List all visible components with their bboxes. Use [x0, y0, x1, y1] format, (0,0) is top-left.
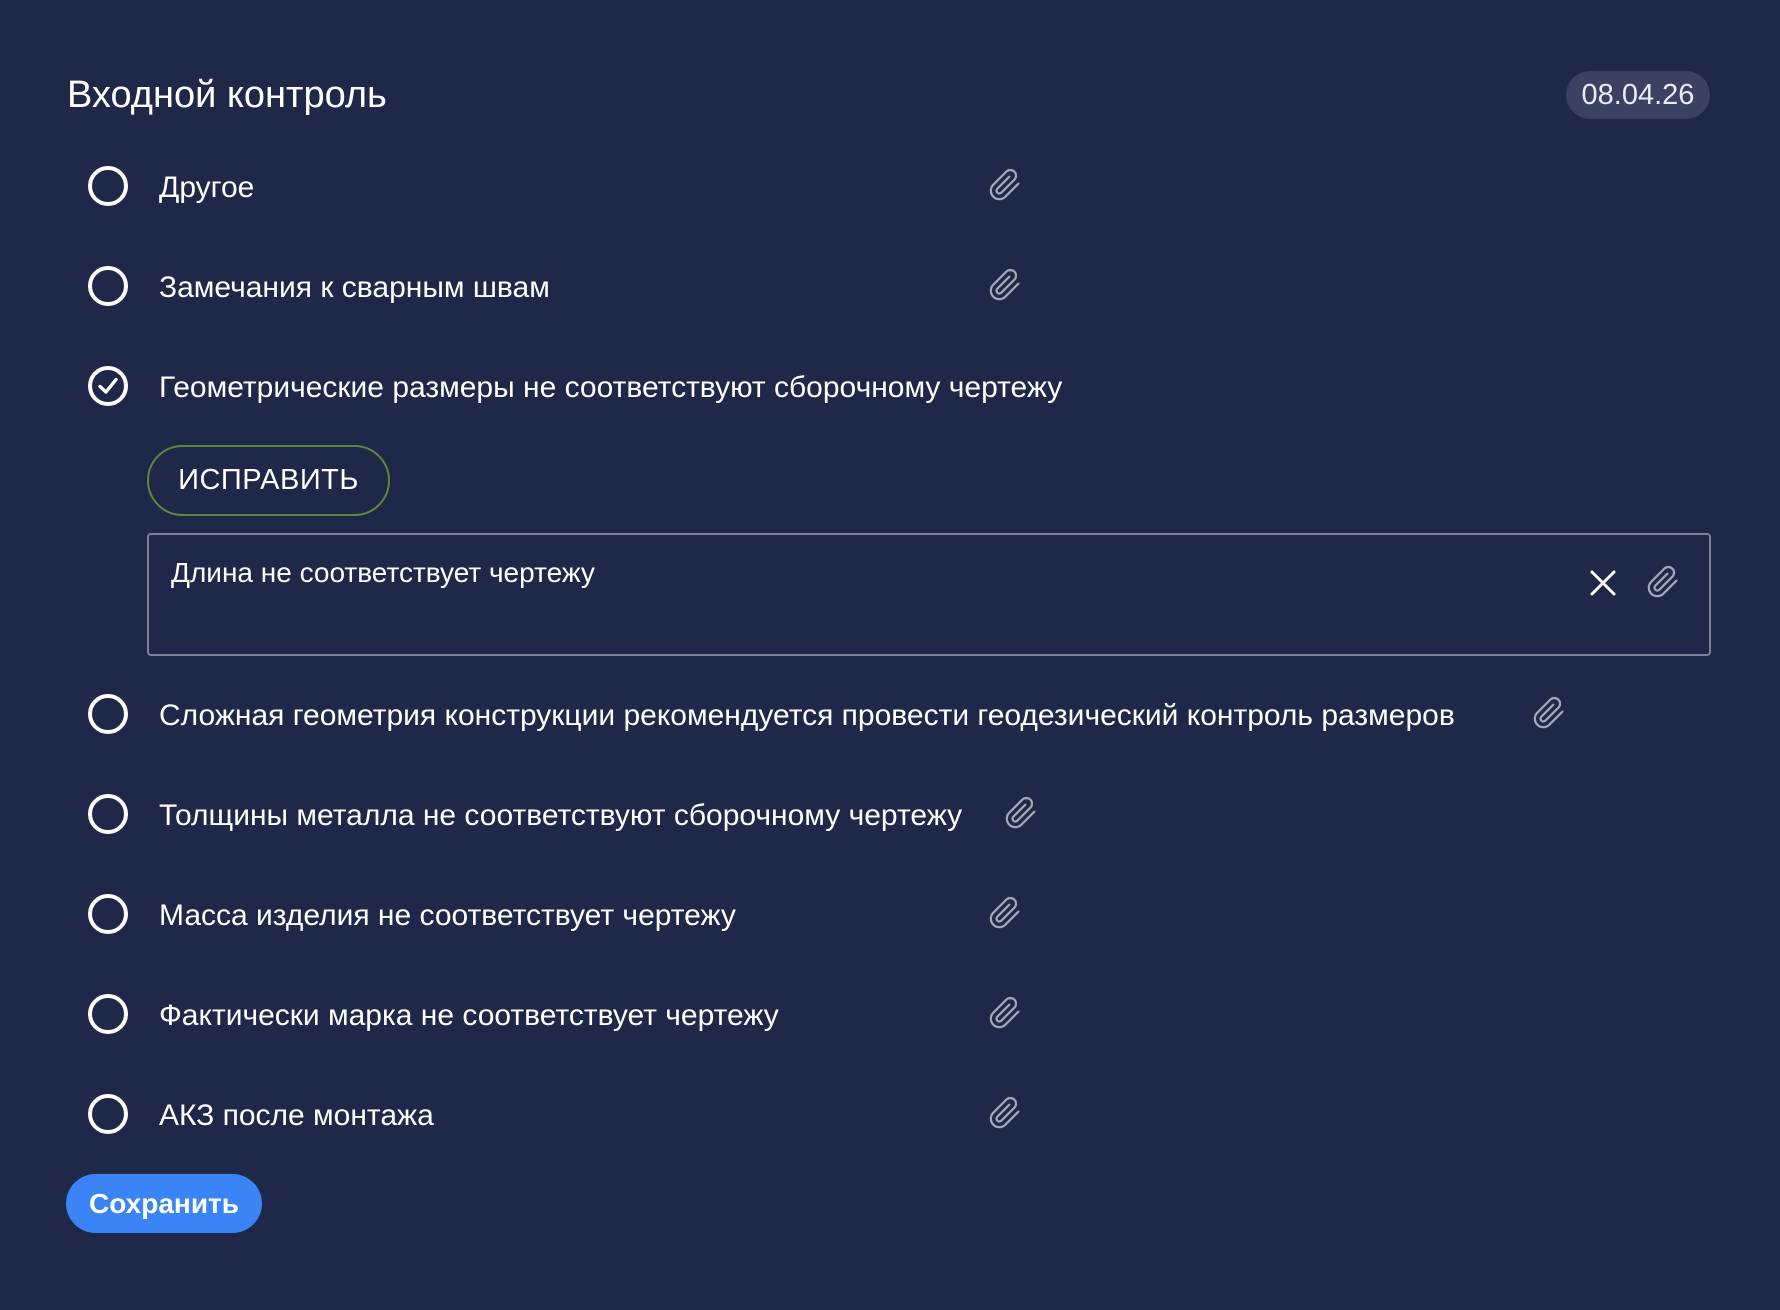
paperclip-icon[interactable] [988, 268, 1022, 302]
checklist-item-label: Масса изделия не соответствует чертежу [159, 899, 736, 932]
checklist-item-label: АКЗ после монтажа [159, 1099, 434, 1132]
comment-field[interactable]: Длина не соответствует чертежу [147, 533, 1711, 656]
checklist-item-label: Геометрические размеры не соответствуют … [159, 371, 1063, 404]
save-button[interactable]: Сохранить [66, 1174, 262, 1233]
radio-unchecked-icon[interactable] [88, 1094, 128, 1134]
paperclip-icon[interactable] [1532, 696, 1566, 730]
paperclip-icon[interactable] [988, 1096, 1022, 1130]
paperclip-icon[interactable] [988, 168, 1022, 202]
radio-unchecked-icon[interactable] [88, 994, 128, 1034]
paperclip-icon[interactable] [1646, 565, 1680, 599]
close-icon[interactable] [1588, 568, 1618, 598]
checklist-item-label: Сложная геометрия конструкции рекомендуе… [159, 699, 1455, 732]
radio-unchecked-icon[interactable] [88, 894, 128, 934]
paperclip-icon[interactable] [1004, 796, 1038, 830]
radio-unchecked-icon[interactable] [88, 694, 128, 734]
radio-unchecked-icon[interactable] [88, 266, 128, 306]
paperclip-icon[interactable] [988, 896, 1022, 930]
checklist-item-label: Фактически марка не соответствует чертеж… [159, 999, 779, 1032]
page-title: Входной контроль [67, 74, 387, 116]
date-badge: 08.04.26 [1566, 71, 1710, 119]
checklist-item-label: Толщины металла не соответствуют сборочн… [159, 799, 963, 832]
radio-unchecked-icon[interactable] [88, 166, 128, 206]
checklist-item-label: Другое [159, 171, 255, 204]
radio-checked-icon[interactable] [88, 366, 128, 406]
paperclip-icon[interactable] [988, 996, 1022, 1030]
radio-unchecked-icon[interactable] [88, 794, 128, 834]
fix-button[interactable]: ИСПРАВИТЬ [147, 445, 390, 516]
comment-text[interactable]: Длина не соответствует чертежу [171, 555, 595, 591]
checklist-item-label: Замечания к сварным швам [159, 271, 550, 304]
